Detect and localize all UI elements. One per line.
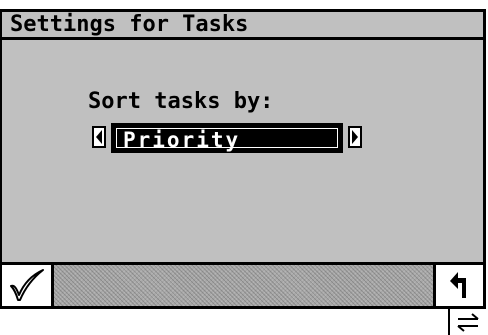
command-bar: [0, 262, 486, 309]
settings-screen: Settings for Tasks Sort tasks by: Priori…: [0, 0, 488, 335]
sort-picker[interactable]: Priority: [92, 123, 372, 153]
settings-panel: Sort tasks by: Priority: [0, 40, 486, 262]
switch-arrows-icon[interactable]: [454, 311, 482, 333]
previous-option-button[interactable]: [92, 126, 106, 148]
triangle-right-icon: [352, 130, 358, 144]
next-option-button[interactable]: [348, 126, 362, 148]
window-title: Settings for Tasks: [10, 12, 249, 37]
return-arrow-icon: [450, 272, 466, 298]
back-button[interactable]: [433, 265, 483, 306]
sort-value-field[interactable]: Priority: [111, 123, 343, 153]
title-bar: Settings for Tasks: [0, 9, 486, 40]
status-strip: [0, 309, 488, 335]
sort-label: Sort tasks by:: [88, 89, 274, 114]
command-bar-filler: [54, 265, 434, 306]
checkmark-icon: [10, 269, 44, 301]
status-divider: [448, 309, 450, 335]
triangle-left-icon: [96, 130, 102, 144]
sort-value-inner: Priority: [116, 128, 338, 152]
ok-button[interactable]: [2, 265, 54, 306]
sort-value: Priority: [123, 128, 241, 152]
